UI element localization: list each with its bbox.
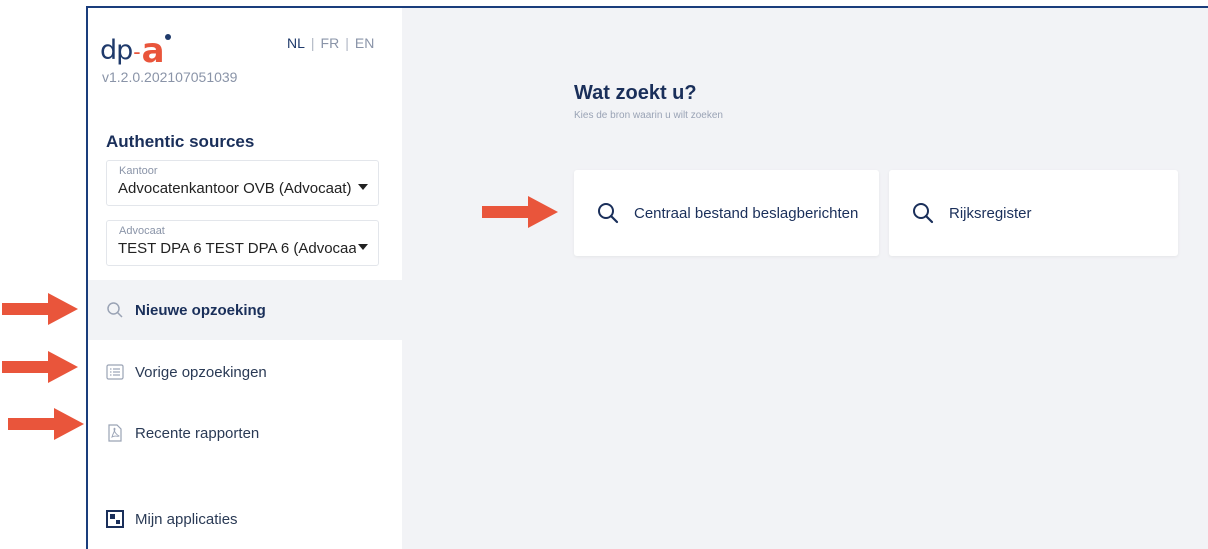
list-icon [106, 363, 124, 381]
language-switcher: NL | FR | EN [287, 35, 374, 51]
lang-en-link[interactable]: EN [355, 35, 374, 51]
search-icon [598, 203, 619, 224]
nav-item-previous-searches[interactable]: Vorige opzoekingen [88, 342, 402, 402]
pdf-icon [106, 424, 124, 442]
apps-icon [106, 510, 124, 528]
nav-item-recent-reports[interactable]: Recente rapporten [88, 403, 402, 463]
logo-accent: a [142, 34, 171, 68]
logo: dp - a [100, 26, 171, 68]
nav-item-my-applications[interactable]: Mijn applicaties [88, 489, 402, 549]
main-content: Wat zoekt u? Kies de bron waarin u wilt … [402, 8, 1208, 549]
nav-item-label: Recente rapporten [135, 424, 260, 442]
section-title: Authentic sources [106, 132, 255, 151]
page-title: Wat zoekt u? [574, 82, 697, 104]
annotation-arrow-icon [2, 293, 78, 325]
office-select[interactable]: Kantoor Advocatenkantoor OVB (Advocaat) [106, 160, 379, 206]
annotation-arrow-icon [2, 351, 78, 383]
search-icon [913, 203, 934, 224]
search-icon [106, 301, 124, 319]
source-card-label: Rijksregister [949, 204, 1032, 222]
lang-separator: | [310, 35, 315, 51]
source-card-rijksregister[interactable]: Rijksregister [889, 170, 1178, 256]
source-card-label: Centraal bestand beslagberichten [634, 204, 859, 222]
nav-item-new-search[interactable]: Nieuwe opzoeking [88, 280, 402, 340]
lang-nl-link[interactable]: NL [287, 35, 305, 51]
nav-item-label: Nieuwe opzoeking [135, 301, 266, 319]
app-window: dp - a v1.2.0.202107051039 NL | FR | EN … [86, 6, 1208, 549]
caret-down-icon [358, 184, 368, 190]
caret-down-icon [358, 244, 368, 250]
source-card-cbb[interactable]: Centraal bestand beslagberichten [574, 170, 879, 256]
sidebar: dp - a v1.2.0.202107051039 NL | FR | EN … [88, 8, 402, 549]
lang-separator: | [345, 35, 349, 51]
office-select-value: Advocatenkantoor OVB (Advocaat) [118, 180, 352, 197]
lawyer-select-label: Advocaat [119, 225, 165, 237]
logo-dash: - [133, 39, 141, 64]
annotation-arrow-icon [8, 408, 84, 440]
annotation-arrow-icon [482, 196, 558, 228]
logo-text: dp [100, 35, 133, 66]
office-select-label: Kantoor [119, 165, 158, 177]
nav-item-label: Mijn applicaties [135, 510, 238, 528]
lawyer-select[interactable]: Advocaat TEST DPA 6 TEST DPA 6 (Advocaat… [106, 220, 379, 266]
nav-item-label: Vorige opzoekingen [135, 363, 267, 381]
lawyer-select-value: TEST DPA 6 TEST DPA 6 (Advocaat) [118, 240, 356, 257]
lang-fr-link[interactable]: FR [321, 35, 340, 51]
app-version: v1.2.0.202107051039 [102, 69, 238, 85]
page-subtitle: Kies de bron waarin u wilt zoeken [574, 110, 723, 121]
